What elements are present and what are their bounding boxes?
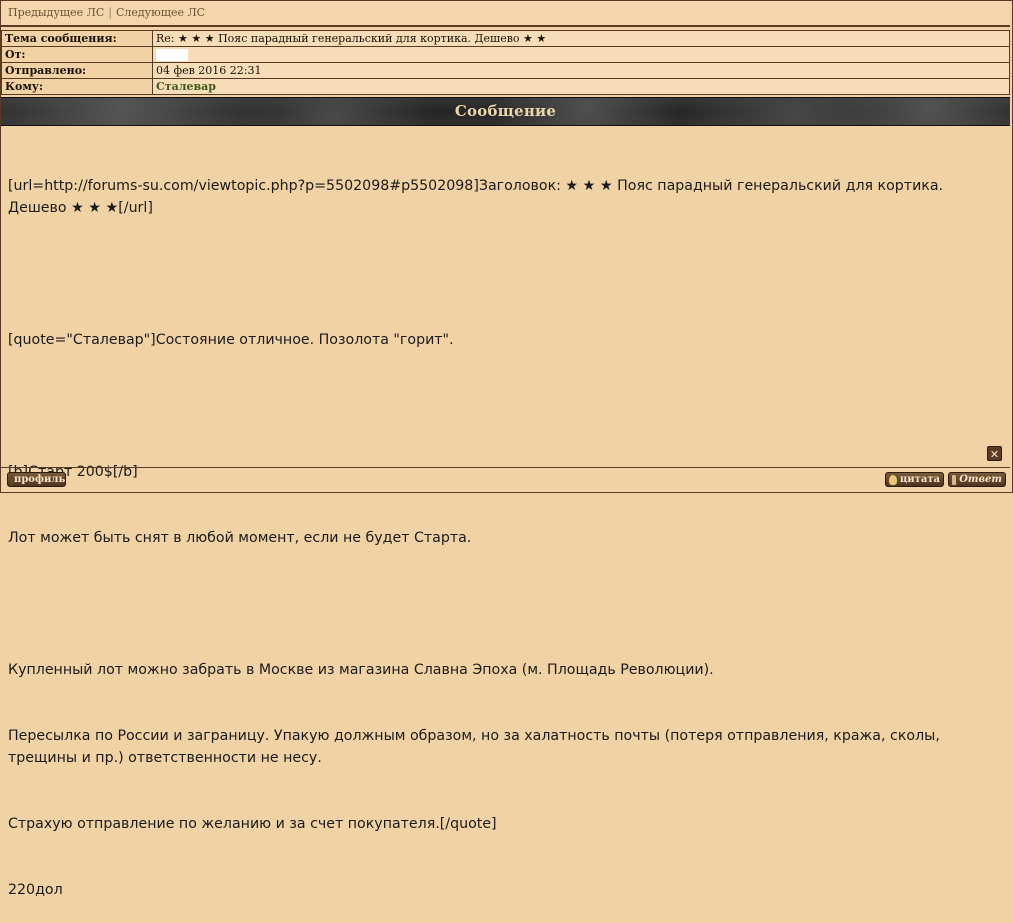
footer-divider [1, 467, 1010, 468]
profile-button[interactable]: профиль [7, 472, 66, 487]
message-body: [url=http://forums-su.com/viewtopic.php?… [8, 131, 1000, 923]
message-line: [quote="Сталевар"]Состояние отличное. По… [8, 332, 454, 348]
from-label: От: [1, 46, 153, 63]
sent-label: Отправлено: [1, 62, 153, 79]
pm-navigation: Предыдущее ЛС | Следующее ЛС [1, 1, 1010, 27]
message-line: 220дол [8, 882, 63, 898]
subject-label: Тема сообщения: [1, 30, 153, 47]
message-line: [url=http://forums-su.com/viewtopic.php?… [8, 178, 948, 216]
subject-value: Re: ★ ★ ★ Пояс парадный генеральский для… [152, 30, 1010, 47]
to-value-cell: Сталевар [152, 78, 1010, 95]
quote-button-label: цитата [899, 473, 940, 485]
recipient-link[interactable]: Сталевар [156, 80, 216, 93]
section-title: Сообщение [454, 102, 557, 120]
reply-button[interactable]: Ответ [948, 472, 1006, 487]
message-line: Лот может быть снят в любой момент, если… [8, 530, 472, 546]
profile-button-label: профиль [14, 473, 66, 485]
previous-pm-link[interactable]: Предыдущее ЛС [8, 6, 104, 19]
from-value-cell [152, 46, 1010, 63]
profile-icon [10, 473, 12, 486]
reply-button-label: Ответ [959, 473, 1002, 485]
message-section-bar: Сообщение [1, 97, 1010, 126]
reply-envelope-icon [951, 473, 958, 486]
next-pm-link[interactable]: Следующее ЛС [116, 6, 205, 19]
close-icon: ✕ [989, 448, 1000, 461]
sent-row: Отправлено: 04 фев 2016 22:31 [1, 62, 1010, 79]
nav-separator: | [108, 6, 112, 19]
sent-value: 04 фев 2016 22:31 [152, 62, 1010, 79]
quote-icon [888, 473, 898, 486]
to-row: Кому: Сталевар [1, 78, 1010, 95]
to-label: Кому: [1, 78, 153, 95]
message-line: Купленный лот можно забрать в Москве из … [8, 662, 714, 678]
message-line: ​ [8, 263, 1000, 285]
message-line: ​ [8, 593, 1000, 615]
from-value[interactable] [156, 48, 188, 61]
message-line: [b]Старт 200$[/b] [8, 464, 138, 480]
message-header-table: Тема сообщения: Re: ★ ★ ★ Пояс парадный … [1, 30, 1010, 95]
subject-row: Тема сообщения: Re: ★ ★ ★ Пояс парадный … [1, 30, 1010, 47]
quote-button[interactable]: цитата [885, 472, 944, 487]
message-line: Пересылка по России и заграницу. Упакую … [8, 728, 945, 766]
from-row: От: [1, 46, 1010, 63]
message-line: ​ [8, 395, 1000, 417]
message-line: Страхую отправление по желанию и за счет… [8, 816, 497, 832]
delete-message-button[interactable]: ✕ [987, 446, 1002, 461]
